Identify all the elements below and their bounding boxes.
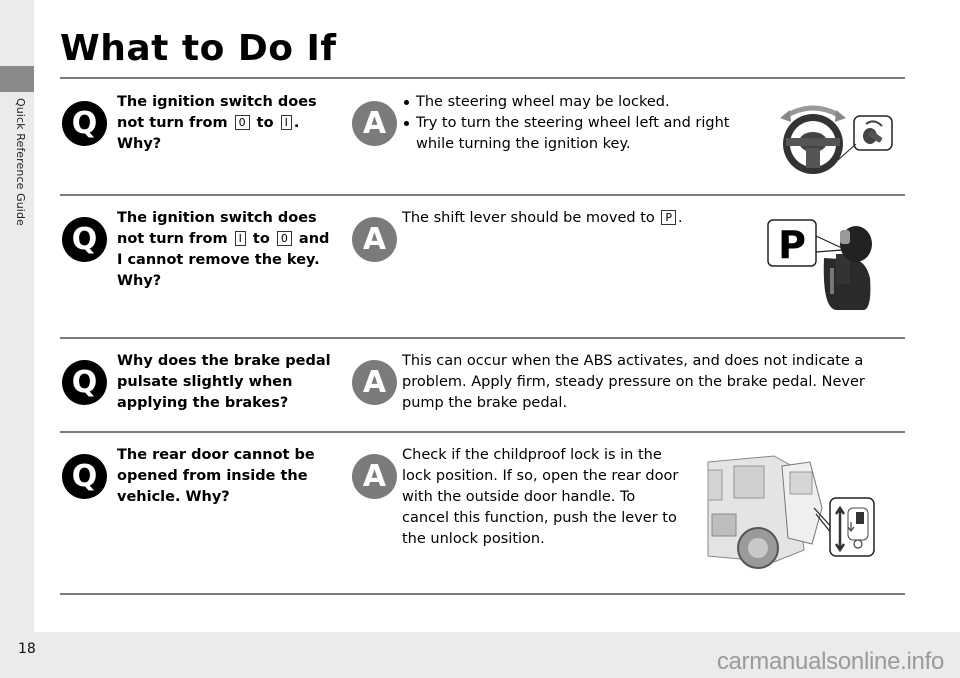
- answer-4: Check if the childproof lock is in the l…: [402, 447, 679, 547]
- section-divider: [60, 194, 905, 196]
- question-3: Why does the brake pedal pulsate slightl…: [117, 353, 331, 411]
- shift-position-p: P: [661, 210, 677, 225]
- answer-badge-icon: A: [352, 454, 397, 499]
- section-divider: [60, 593, 905, 595]
- question-badge-icon: Q: [62, 101, 107, 146]
- section-divider: [60, 431, 905, 433]
- side-strip: [0, 0, 34, 632]
- answer-bullet: The steering wheel may be locked.: [402, 92, 752, 113]
- section-tab-marker[interactable]: [0, 66, 34, 92]
- question-4: The rear door cannot be opened from insi…: [117, 447, 315, 505]
- question-badge-icon: Q: [62, 454, 107, 499]
- title-divider: [60, 77, 905, 79]
- answer-badge-icon: A: [352, 217, 397, 262]
- question-1: The ignition switch does not turn from 0…: [117, 94, 317, 152]
- answer-badge-icon: A: [352, 360, 397, 405]
- section-divider: [60, 337, 905, 339]
- page-title: What to Do If: [60, 28, 337, 69]
- shift-lever-illustration: P: [767, 219, 872, 310]
- section-label: Quick Reference Guide: [14, 98, 27, 226]
- steering-wheel-illustration: [780, 105, 893, 174]
- answer-1: The steering wheel may be locked. Try to…: [402, 92, 752, 155]
- key-position-0: 0: [234, 115, 250, 130]
- key-position-1: I: [280, 115, 292, 130]
- watermark[interactable]: carmanualsonline.info: [717, 648, 944, 676]
- answer-2: The shift lever should be moved to P.: [402, 210, 683, 226]
- answer-3: This can occur when the ABS activates, a…: [402, 353, 865, 411]
- park-label: P: [778, 223, 806, 267]
- question-badge-icon: Q: [62, 360, 107, 405]
- question-2: The ignition switch does not turn from I…: [117, 210, 330, 289]
- page-number: 18: [18, 641, 36, 657]
- question-badge-icon: Q: [62, 217, 107, 262]
- answer-bullet: Try to turn the steering wheel left and …: [402, 113, 752, 155]
- answer-badge-icon: A: [352, 101, 397, 146]
- key-position-0: 0: [276, 231, 292, 246]
- childproof-lock-illustration: [707, 455, 875, 569]
- key-position-1: I: [234, 231, 246, 246]
